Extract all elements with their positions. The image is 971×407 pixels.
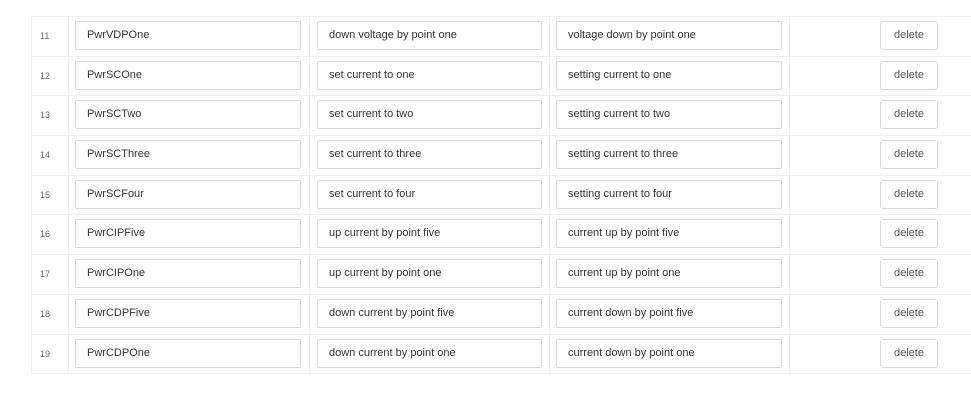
response-input[interactable]: setting current to three: [556, 140, 782, 170]
column-divider: [789, 136, 790, 175]
column-divider: [309, 294, 310, 334]
column-divider: [789, 96, 790, 136]
command-input[interactable]: down current by point five: [317, 298, 542, 328]
column-divider: [309, 17, 310, 56]
column-divider: [789, 56, 790, 96]
table-row: 14 PwrSCThree set current to three setti…: [31, 136, 971, 176]
column-divider: [789, 17, 790, 56]
column-divider: [309, 96, 310, 136]
column-divider: [549, 175, 550, 215]
row-index: 11: [40, 31, 50, 41]
command-input[interactable]: set current to two: [317, 100, 542, 130]
delete-button[interactable]: delete: [880, 60, 938, 90]
name-input[interactable]: PwrSCTwo: [75, 100, 301, 130]
row-index: 13: [40, 110, 51, 121]
delete-button[interactable]: delete: [880, 140, 938, 170]
table-row: 13 PwrSCTwo set current to two setting c…: [31, 96, 971, 137]
column-divider: [309, 136, 310, 175]
name-input[interactable]: PwrSCFour: [75, 179, 301, 209]
column-divider: [309, 175, 310, 215]
commands-table: 11 PwrVDPOne down voltage by point one v…: [31, 16, 971, 375]
response-input[interactable]: setting current to two: [556, 100, 782, 130]
column-divider: [309, 215, 310, 255]
column-divider: [549, 17, 550, 56]
column-divider: [549, 334, 550, 374]
column-divider: [68, 56, 69, 96]
row-index: 16: [40, 229, 51, 240]
column-divider: [68, 96, 69, 136]
column-divider: [309, 255, 310, 294]
row-index: 19: [40, 348, 51, 359]
column-divider: [68, 334, 69, 374]
response-input[interactable]: current down by point five: [556, 298, 782, 328]
column-divider: [68, 255, 69, 294]
column-divider: [68, 136, 69, 175]
command-input[interactable]: set current to one: [317, 60, 542, 90]
name-input[interactable]: PwrSCThree: [75, 140, 301, 170]
name-input[interactable]: PwrSCOne: [75, 60, 301, 90]
column-divider: [789, 294, 790, 334]
name-input[interactable]: PwrVDPOne: [75, 21, 301, 50]
column-divider: [789, 334, 790, 374]
column-divider: [549, 294, 550, 334]
command-input[interactable]: down voltage by point one: [317, 21, 542, 50]
column-divider: [309, 56, 310, 96]
delete-button[interactable]: delete: [880, 179, 938, 209]
delete-button[interactable]: delete: [880, 338, 938, 368]
table-row: 15 PwrSCFour set current to four setting…: [31, 175, 971, 216]
response-input[interactable]: current up by point one: [556, 259, 782, 289]
delete-button[interactable]: delete: [880, 298, 938, 328]
command-input[interactable]: down current by point one: [317, 338, 542, 368]
name-input[interactable]: PwrCDPOne: [75, 338, 301, 368]
row-index: 15: [40, 189, 51, 200]
row-index: 14: [40, 150, 51, 161]
delete-button[interactable]: delete: [880, 21, 938, 50]
response-input[interactable]: setting current to one: [556, 60, 782, 90]
table-row: 17 PwrCIPOne up current by point one cur…: [31, 255, 971, 295]
column-divider: [549, 56, 550, 96]
command-input[interactable]: up current by point one: [317, 259, 542, 289]
command-input[interactable]: up current by point five: [317, 219, 542, 249]
command-input[interactable]: set current to three: [317, 140, 542, 170]
column-divider: [789, 175, 790, 215]
row-index: 17: [40, 269, 51, 280]
column-divider: [789, 215, 790, 255]
column-divider: [549, 255, 550, 294]
table-row: 11 PwrVDPOne down voltage by point one v…: [31, 16, 971, 57]
table-row: 12 PwrSCOne set current to one setting c…: [31, 56, 971, 97]
column-divider: [68, 215, 69, 255]
response-input[interactable]: setting current to four: [556, 179, 782, 209]
row-index: 18: [40, 308, 51, 319]
column-divider: [549, 136, 550, 175]
name-input[interactable]: PwrCDPFive: [75, 298, 301, 328]
column-divider: [68, 17, 69, 56]
delete-button[interactable]: delete: [880, 259, 938, 289]
table-row: 19 PwrCDPOne down current by point one c…: [31, 334, 971, 375]
column-divider: [309, 334, 310, 374]
column-divider: [549, 96, 550, 136]
row-index: 12: [40, 70, 51, 81]
response-input[interactable]: voltage down by point one: [556, 21, 782, 50]
name-input[interactable]: PwrCIPFive: [75, 219, 301, 249]
column-divider: [68, 294, 69, 334]
delete-button[interactable]: delete: [880, 219, 938, 249]
command-input[interactable]: set current to four: [317, 179, 542, 209]
column-divider: [68, 175, 69, 215]
table-row: 16 PwrCIPFive up current by point five c…: [31, 215, 971, 256]
column-divider: [549, 215, 550, 255]
response-input[interactable]: current up by point five: [556, 219, 782, 249]
column-divider: [789, 255, 790, 294]
table-row: 18 PwrCDPFive down current by point five…: [31, 294, 971, 335]
name-input[interactable]: PwrCIPOne: [75, 259, 301, 289]
response-input[interactable]: current down by point one: [556, 338, 782, 368]
delete-button[interactable]: delete: [880, 100, 938, 130]
